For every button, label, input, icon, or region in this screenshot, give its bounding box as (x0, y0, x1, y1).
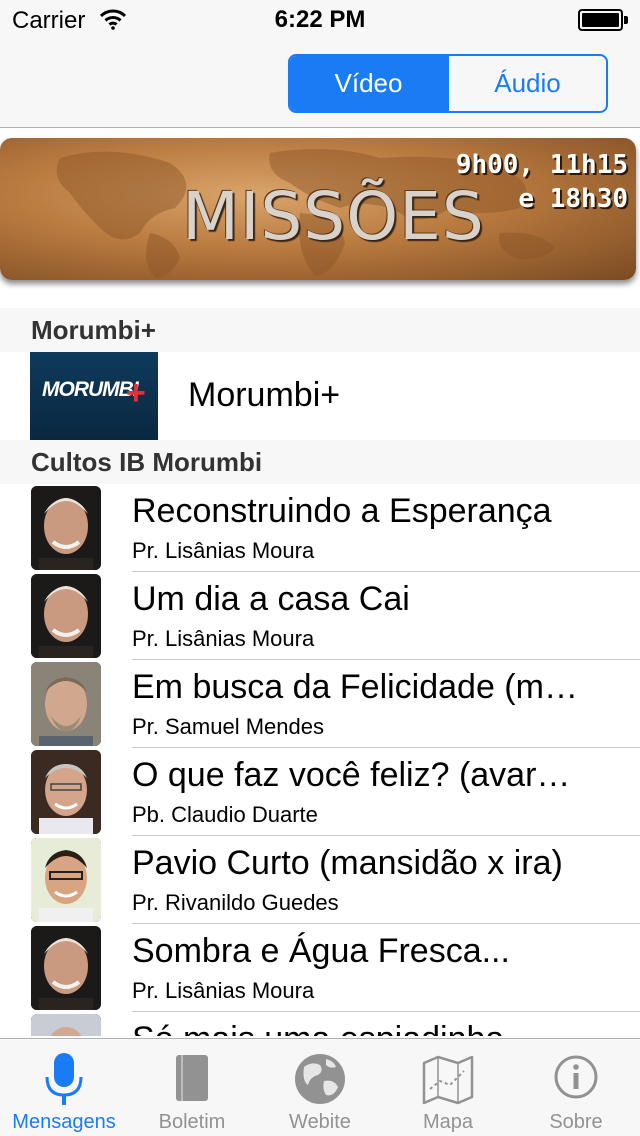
missions-banner[interactable]: MISSÕES 9h00, 11h15 e 18h30 (0, 138, 636, 280)
status-time: 6:22 PM (274, 6, 366, 33)
map-icon (422, 1055, 474, 1105)
section-header-cultos: Cultos IB Morumbi (0, 440, 640, 484)
table-row[interactable]: Um dia a casa Cai Pr. Lisânias Moura (0, 572, 640, 660)
book-icon (176, 1055, 208, 1101)
sermon-speaker: Pr. Lisânias Moura (132, 538, 315, 563)
tab-label: Webite (289, 1111, 351, 1133)
media-type-segmented-control: Vídeo Áudio (288, 54, 608, 113)
segment-video[interactable]: Vídeo (290, 56, 447, 111)
banner-times-line1: 9h00, 11h15 (455, 150, 628, 180)
list-item-morumbi-plus[interactable]: MORUMBI + Morumbi+ (0, 352, 640, 440)
tab-label: Mensagens (12, 1111, 116, 1133)
sermon-speaker: Pr. Rivanildo Guedes (132, 890, 339, 915)
banner-title: MISSÕES (182, 178, 485, 255)
speaker-avatar (31, 574, 101, 658)
tab-webite[interactable]: Webite (256, 1039, 384, 1136)
tab-label: Mapa (422, 1111, 474, 1133)
status-bar: Carrier 6:22 PM (0, 0, 640, 40)
tab-mapa[interactable]: Mapa (384, 1039, 512, 1136)
banner-schedule: 9h00, 11h15 e 18h30 (456, 148, 628, 216)
banner-times-line2: e 18h30 (518, 184, 628, 214)
morumbi-plus-thumbnail: MORUMBI + (30, 352, 158, 440)
table-row[interactable]: Pavio Curto (mansidão x ira) Pr. Rivanil… (0, 836, 640, 924)
table-row[interactable]: Em busca da Felicidade (m… Pr. Samuel Me… (0, 660, 640, 748)
sermon-speaker: Pr. Lisânias Moura (132, 978, 315, 1003)
sermon-list[interactable]: Reconstruindo a Esperança Pr. Lisânias M… (0, 484, 640, 1036)
sermon-title: Reconstruindo a Esperança (132, 492, 552, 530)
tab-mensagens[interactable]: Mensagens (0, 1039, 128, 1136)
microphone-icon (45, 1053, 83, 1105)
thumbnail-plus: + (126, 374, 146, 412)
info-icon (554, 1055, 598, 1099)
speaker-avatar (31, 838, 101, 922)
speaker-avatar (31, 486, 101, 570)
speaker-avatar (31, 1014, 101, 1036)
sermon-title: Sombra e Água Fresca... (132, 932, 510, 970)
sermon-speaker: Pr. Samuel Mendes (132, 714, 324, 739)
tab-bar: Mensagens Boletim Webite Mapa Sobre (0, 1038, 640, 1136)
tab-label: Boletim (158, 1111, 226, 1133)
globe-icon (295, 1054, 345, 1104)
list-item-title: Morumbi+ (188, 376, 341, 414)
sermon-title: O que faz você feliz? (avar… (132, 756, 571, 794)
sermon-title: Em busca da Felicidade (m… (132, 668, 578, 706)
speaker-avatar (31, 926, 101, 1010)
table-row[interactable]: Reconstruindo a Esperança Pr. Lisânias M… (0, 484, 640, 572)
segment-audio[interactable]: Áudio (447, 56, 606, 111)
sermon-title: Pavio Curto (mansidão x ira) (132, 844, 563, 882)
table-row[interactable]: Só mais uma espiadinha... (0, 1012, 640, 1036)
section-header-morumbi-plus: Morumbi+ (0, 308, 640, 352)
sermon-title: Só mais uma espiadinha... (132, 1020, 622, 1036)
sermon-title: Um dia a casa Cai (132, 580, 410, 618)
tab-boletim[interactable]: Boletim (128, 1039, 256, 1136)
thumbnail-text: MORUMBI (42, 378, 139, 401)
sermon-speaker: Pb. Claudio Duarte (132, 802, 318, 827)
battery-icon (578, 9, 628, 31)
tab-sobre[interactable]: Sobre (512, 1039, 640, 1136)
speaker-avatar (31, 750, 101, 834)
speaker-avatar (31, 662, 101, 746)
table-row[interactable]: Sombra e Água Fresca... Pr. Lisânias Mou… (0, 924, 640, 1012)
table-row[interactable]: O que faz você feliz? (avar… Pb. Claudio… (0, 748, 640, 836)
tab-label: Sobre (549, 1111, 603, 1133)
sermon-speaker: Pr. Lisânias Moura (132, 626, 315, 651)
navigation-bar: Vídeo Áudio (0, 40, 640, 128)
